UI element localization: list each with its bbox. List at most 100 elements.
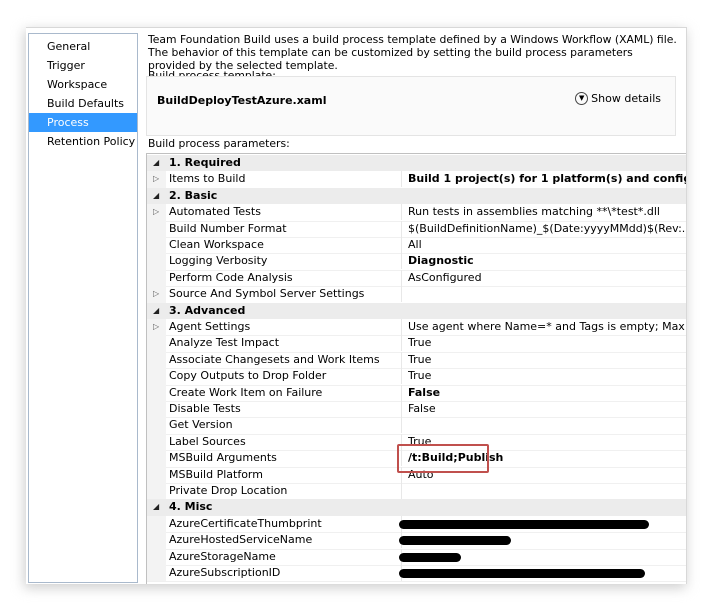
triangle-right-icon[interactable]: ▷ xyxy=(153,171,159,187)
parameter-name: MSBuild Arguments xyxy=(169,450,402,467)
parameter-value[interactable]: All xyxy=(408,237,686,253)
settings-nav: General Trigger Workspace Build Defaults… xyxy=(28,33,138,583)
category-name: 1. Required xyxy=(169,156,241,169)
row-gutter xyxy=(147,483,166,500)
row-gutter xyxy=(147,351,166,369)
parameter-name: Create Work Item on Failure xyxy=(169,384,402,401)
parameter-name: Agent Settings xyxy=(169,319,402,335)
category-name: 3. Advanced xyxy=(169,303,246,317)
triangle-down-icon[interactable]: ◢ xyxy=(153,303,159,319)
show-details-button[interactable]: ▼ Show details xyxy=(575,92,661,105)
row-gutter xyxy=(147,368,166,385)
parameter-name: Logging Verbosity xyxy=(169,253,402,270)
parameters-section-label: Build process parameters: xyxy=(148,137,290,150)
parameter-value[interactable]: AsConfigured xyxy=(408,270,686,286)
template-name: BuildDeployTestAzure.xaml xyxy=(157,94,327,107)
parameter-row[interactable]: Create Work Item on Failure False xyxy=(147,384,686,402)
parameter-value[interactable]: True xyxy=(408,352,686,368)
msbuild-arguments-highlight xyxy=(397,444,489,473)
row-gutter xyxy=(147,220,166,237)
parameters-grid: ◢ 1. Required ▷ Items to Build Build 1 proje… xyxy=(146,153,686,584)
triangle-down-icon[interactable]: ◢ xyxy=(153,155,159,171)
parameter-value[interactable]: Diagnostic xyxy=(408,253,686,269)
parameter-name: MSBuild Platform xyxy=(169,466,402,483)
parameter-value[interactable]: True xyxy=(408,368,686,384)
parameter-value[interactable]: $(BuildDefinitionName)_$(Date:yyyyMMdd)$… xyxy=(408,221,686,237)
parameter-value[interactable]: False xyxy=(408,401,686,417)
row-gutter xyxy=(147,253,166,270)
parameter-name: Clean Workspace xyxy=(169,237,402,253)
parameter-name: AzureCertificateThumbprint xyxy=(169,515,402,532)
parameter-row[interactable]: Copy Outputs to Drop Folder True xyxy=(147,368,686,386)
parameter-name: Build Number Format xyxy=(169,220,402,237)
parameter-name: AzureStorageName xyxy=(169,548,402,565)
category-name: 2. Basic xyxy=(169,188,218,202)
parameter-name: AzureSubscriptionID xyxy=(169,565,402,581)
parameter-name: Analyze Test Impact xyxy=(169,335,402,352)
parameter-row[interactable]: Private Drop Location xyxy=(147,483,686,501)
parameter-value[interactable]: Use agent where Name=* and Tags is empty… xyxy=(408,319,686,335)
row-gutter xyxy=(147,237,166,254)
parameter-value[interactable]: Run tests in assemblies matching **\*tes… xyxy=(408,204,686,220)
parameter-row[interactable]: ▷ Agent Settings Use agent where Name=* an… xyxy=(147,319,686,337)
nav-item-process[interactable]: Process xyxy=(29,113,137,132)
nav-item-retention-policy[interactable]: Retention Policy xyxy=(29,132,137,151)
parameter-row[interactable]: ▷ Items to Build Build 1 project(s) for 1 … xyxy=(147,171,686,189)
row-gutter xyxy=(147,532,166,549)
process-settings-window: General Trigger Workspace Build Defaults… xyxy=(26,27,687,584)
parameter-row[interactable]: ▷ Source And Symbol Server Settings xyxy=(147,286,686,304)
parameter-row[interactable]: Build Number Format $(BuildDefinitionName… xyxy=(147,220,686,238)
row-gutter xyxy=(147,565,166,582)
parameter-row[interactable]: Get Version xyxy=(147,417,686,435)
triangle-right-icon[interactable]: ▷ xyxy=(153,204,159,220)
category-row[interactable]: ◢ 2. Basic xyxy=(147,187,686,205)
parameter-name: Copy Outputs to Drop Folder xyxy=(169,368,402,385)
parameter-value[interactable]: True xyxy=(408,335,686,351)
parameter-name: Private Drop Location xyxy=(169,483,402,499)
row-gutter xyxy=(147,466,166,483)
nav-item-general[interactable]: General xyxy=(29,37,137,56)
parameter-name: Perform Code Analysis xyxy=(169,269,402,286)
parameter-row[interactable]: Analyze Test Impact True xyxy=(147,335,686,353)
row-gutter xyxy=(147,515,166,533)
parameter-name: Source And Symbol Server Settings xyxy=(169,286,402,303)
row-gutter xyxy=(147,417,166,434)
parameter-row[interactable]: Perform Code Analysis AsConfigured xyxy=(147,269,686,288)
chevron-circle-down-icon: ▼ xyxy=(575,92,589,105)
parameter-row[interactable]: ▷ Automated Tests Run tests in assemblies … xyxy=(147,204,686,222)
parameter-name: Associate Changesets and Work Items xyxy=(169,351,402,368)
redaction-mark xyxy=(399,536,511,546)
triangle-down-icon[interactable]: ◢ xyxy=(153,499,159,515)
parameter-row[interactable]: Logging Verbosity Diagnostic xyxy=(147,253,686,271)
category-row[interactable]: ◢ 1. Required xyxy=(147,155,686,172)
triangle-right-icon[interactable]: ▷ xyxy=(153,286,159,302)
parameter-name: Get Version xyxy=(169,417,402,434)
redaction-mark xyxy=(399,569,645,578)
category-row[interactable]: ◢ 4. Misc xyxy=(147,499,686,516)
category-name: 4. Misc xyxy=(169,500,213,514)
nav-item-build-defaults[interactable]: Build Defaults xyxy=(29,94,137,113)
parameter-value[interactable]: Build 1 project(s) for 1 platform(s) and… xyxy=(408,171,686,187)
row-gutter xyxy=(147,401,166,418)
row-gutter xyxy=(147,335,166,352)
triangle-down-icon[interactable]: ◢ xyxy=(153,188,159,204)
show-details-label: Show details xyxy=(591,92,661,105)
parameter-name: Label Sources xyxy=(169,433,402,450)
nav-item-trigger[interactable]: Trigger xyxy=(29,56,137,75)
parameter-row[interactable]: Clean Workspace All xyxy=(147,237,686,255)
parameter-value[interactable]: False xyxy=(408,385,686,401)
row-gutter xyxy=(147,433,166,451)
template-group: BuildDeployTestAzure.xaml ▼ Show details xyxy=(146,76,676,136)
parameter-row[interactable]: Disable Tests False xyxy=(147,401,686,419)
category-row[interactable]: ◢ 3. Advanced xyxy=(147,302,686,319)
redaction-mark xyxy=(399,552,461,562)
parameter-name: Disable Tests xyxy=(169,401,402,417)
row-gutter xyxy=(147,450,166,467)
redaction-mark xyxy=(399,519,649,529)
triangle-right-icon[interactable]: ▷ xyxy=(153,319,159,335)
row-gutter xyxy=(147,384,166,401)
nav-item-workspace[interactable]: Workspace xyxy=(29,75,137,94)
process-description: Team Foundation Build uses a build proce… xyxy=(148,33,677,72)
parameter-name: Automated Tests xyxy=(169,204,402,221)
parameter-row[interactable]: Associate Changesets and Work Items True xyxy=(147,351,686,370)
